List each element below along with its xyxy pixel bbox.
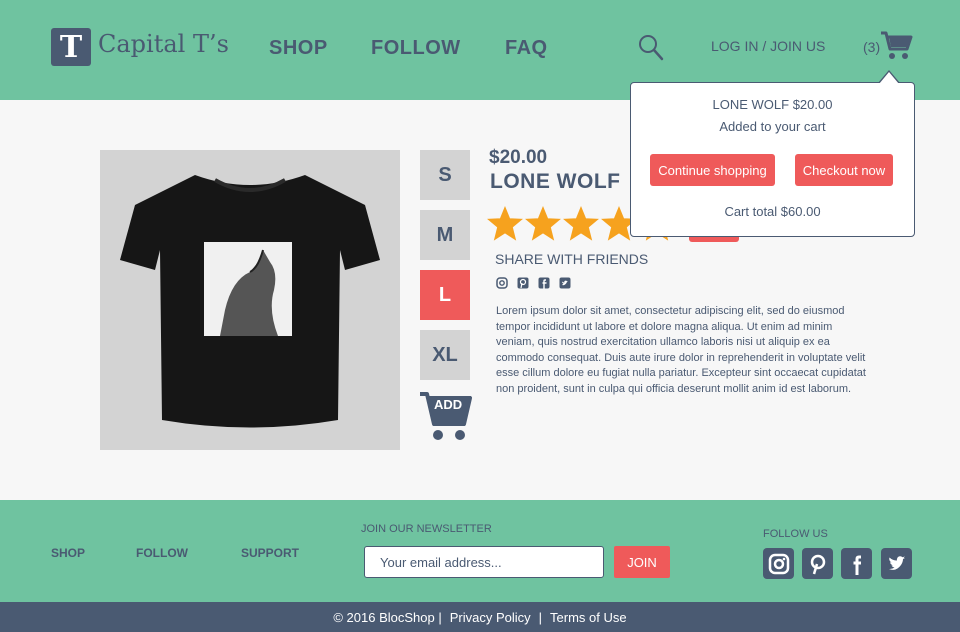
- product-image: [100, 150, 400, 450]
- popup-subtitle: Added to your cart: [719, 119, 826, 134]
- size-xl-button[interactable]: XL: [420, 330, 470, 380]
- email-field[interactable]: [364, 546, 604, 578]
- twitter-icon[interactable]: [559, 276, 571, 289]
- facebook-icon[interactable]: [841, 548, 872, 579]
- separator: |: [538, 609, 543, 625]
- instagram-icon[interactable]: [496, 276, 508, 289]
- pinterest-icon[interactable]: [517, 276, 529, 289]
- copyright-text: © 2016 BlocShop |: [333, 609, 442, 625]
- join-button[interactable]: JOIN: [614, 546, 670, 578]
- twitter-icon[interactable]: [881, 548, 912, 579]
- logo-text[interactable]: Capital T’s: [98, 30, 229, 58]
- follow-label: FOLLOW US: [763, 528, 828, 540]
- facebook-icon[interactable]: [538, 276, 550, 289]
- share-icons: [496, 276, 571, 289]
- size-s-button[interactable]: S: [420, 150, 470, 200]
- nav-follow[interactable]: FOLLOW: [371, 37, 461, 60]
- size-m-button[interactable]: M: [420, 210, 470, 260]
- product-name: LONE WOLF: [490, 170, 621, 193]
- footer-shop-link[interactable]: SHOP: [51, 546, 85, 560]
- star-filled-icon[interactable]: [563, 206, 599, 242]
- product-description: Lorem ipsum dolor sit amet, consectetur …: [496, 305, 866, 395]
- cart-popup: LONE WOLF $20.00 Added to your cart Cont…: [630, 82, 915, 237]
- star-filled-icon[interactable]: [487, 206, 523, 242]
- share-label: SHARE WITH FRIENDS: [495, 251, 649, 267]
- tshirt-image: [120, 175, 380, 428]
- newsletter-label: JOIN OUR NEWSLETTER: [361, 523, 492, 535]
- popup-arrow-inner: [879, 72, 899, 84]
- bottom-bar: © 2016 BlocShop | Privacy Policy | Terms…: [0, 602, 960, 632]
- login-link[interactable]: LOG IN / JOIN US: [711, 38, 825, 54]
- logo-icon[interactable]: T: [51, 28, 91, 66]
- privacy-policy-link[interactable]: Privacy Policy: [450, 610, 531, 625]
- product-price: $20.00: [489, 147, 548, 168]
- continue-shopping-button[interactable]: Continue shopping: [650, 154, 775, 186]
- footer-support-link[interactable]: SUPPORT: [241, 546, 299, 560]
- site-footer: SHOP FOLLOW SUPPORT JOIN OUR NEWSLETTER …: [0, 500, 960, 602]
- cart-total: Cart total $60.00: [724, 204, 821, 219]
- footer-follow-link[interactable]: FOLLOW: [136, 546, 188, 560]
- size-l-button[interactable]: L: [420, 270, 470, 320]
- search-icon[interactable]: [638, 34, 664, 62]
- star-filled-icon[interactable]: [525, 206, 561, 242]
- checkout-button[interactable]: Checkout now: [795, 154, 893, 186]
- add-label: ADD: [434, 397, 463, 412]
- cart-icon[interactable]: [879, 29, 913, 61]
- nav-shop[interactable]: SHOP: [269, 37, 328, 60]
- pinterest-icon[interactable]: [802, 548, 833, 579]
- nav-faq[interactable]: FAQ: [505, 37, 548, 60]
- popup-title: LONE WOLF $20.00: [712, 97, 833, 112]
- instagram-icon[interactable]: [763, 548, 794, 579]
- terms-of-use-link[interactable]: Terms of Use: [550, 610, 627, 625]
- cart-count: (3): [863, 39, 881, 55]
